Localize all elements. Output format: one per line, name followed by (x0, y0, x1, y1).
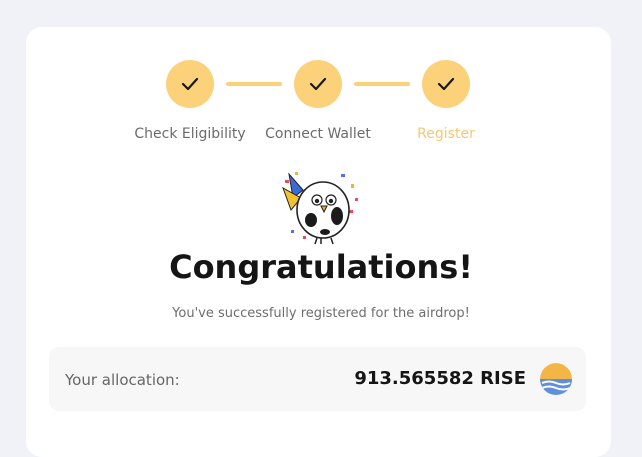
step-2-check-icon (294, 60, 342, 108)
success-message: You've successfully registered for the a… (172, 306, 470, 321)
step-label-connect-wallet: Connect Wallet (265, 126, 371, 142)
step-3-check-icon (422, 60, 470, 108)
step-connector-2 (354, 82, 410, 86)
step-label-check-eligibility: Check Eligibility (134, 126, 246, 142)
page-title: Congratulations! (169, 248, 473, 286)
rise-token-icon (540, 363, 572, 395)
allocation-panel: Your allocation: 913.565582 RISE (49, 347, 586, 411)
step-label-register: Register (417, 126, 475, 142)
step-connector-1 (226, 82, 282, 86)
celebrating-bird-mascot-icon (282, 172, 358, 245)
step-1-check-icon (166, 60, 214, 108)
allocation-label: Your allocation: (65, 371, 180, 389)
allocation-value: 913.565582 RISE (354, 368, 526, 389)
